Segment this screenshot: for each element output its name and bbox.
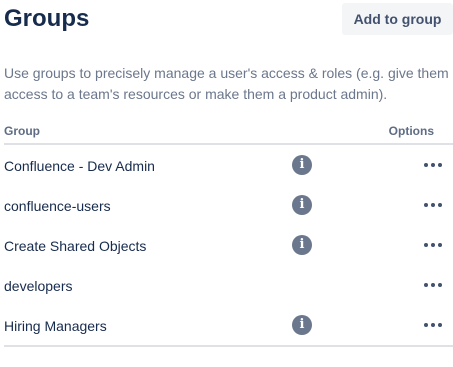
groups-description: Use groups to precisely manage a user's …	[4, 65, 449, 102]
dot	[424, 323, 428, 327]
dot	[431, 323, 435, 327]
info-icon[interactable]: i	[292, 195, 312, 215]
groups-table: Group Options Confluence - Dev Admin i c…	[4, 121, 453, 347]
dot	[424, 243, 428, 247]
dot	[431, 243, 435, 247]
dot	[424, 283, 428, 287]
table-row: confluence-users i	[4, 185, 453, 225]
group-name: Create Shared Objects	[4, 238, 147, 254]
dot	[438, 163, 442, 167]
table-row: developers	[4, 265, 453, 305]
more-options-button[interactable]	[418, 275, 448, 295]
more-options-button[interactable]	[418, 235, 448, 255]
dot	[438, 283, 442, 287]
info-icon[interactable]: i	[292, 235, 312, 255]
more-options-button[interactable]	[418, 155, 448, 175]
table-row: Hiring Managers i	[4, 305, 453, 345]
dot	[431, 163, 435, 167]
info-icon[interactable]: i	[292, 155, 312, 175]
table-header: Group Options	[4, 121, 453, 145]
add-to-group-button[interactable]: Add to group	[342, 3, 453, 35]
column-header-group: Group	[4, 124, 40, 138]
dot	[438, 203, 442, 207]
column-header-options: Options	[388, 124, 434, 138]
dot	[424, 163, 428, 167]
group-name: developers	[4, 278, 73, 294]
table-bottom-border	[4, 345, 453, 347]
dot	[431, 203, 435, 207]
dot	[438, 243, 442, 247]
group-name: confluence-users	[4, 198, 111, 214]
table-row: Create Shared Objects i	[4, 225, 453, 265]
more-options-button[interactable]	[418, 315, 448, 335]
group-name: Confluence - Dev Admin	[4, 158, 155, 174]
dot	[431, 283, 435, 287]
info-icon[interactable]: i	[292, 315, 312, 335]
group-name: Hiring Managers	[4, 318, 107, 334]
more-options-button[interactable]	[418, 195, 448, 215]
dot	[424, 203, 428, 207]
page-title: Groups	[4, 5, 90, 32]
table-row: Confluence - Dev Admin i	[4, 145, 453, 185]
dot	[438, 323, 442, 327]
